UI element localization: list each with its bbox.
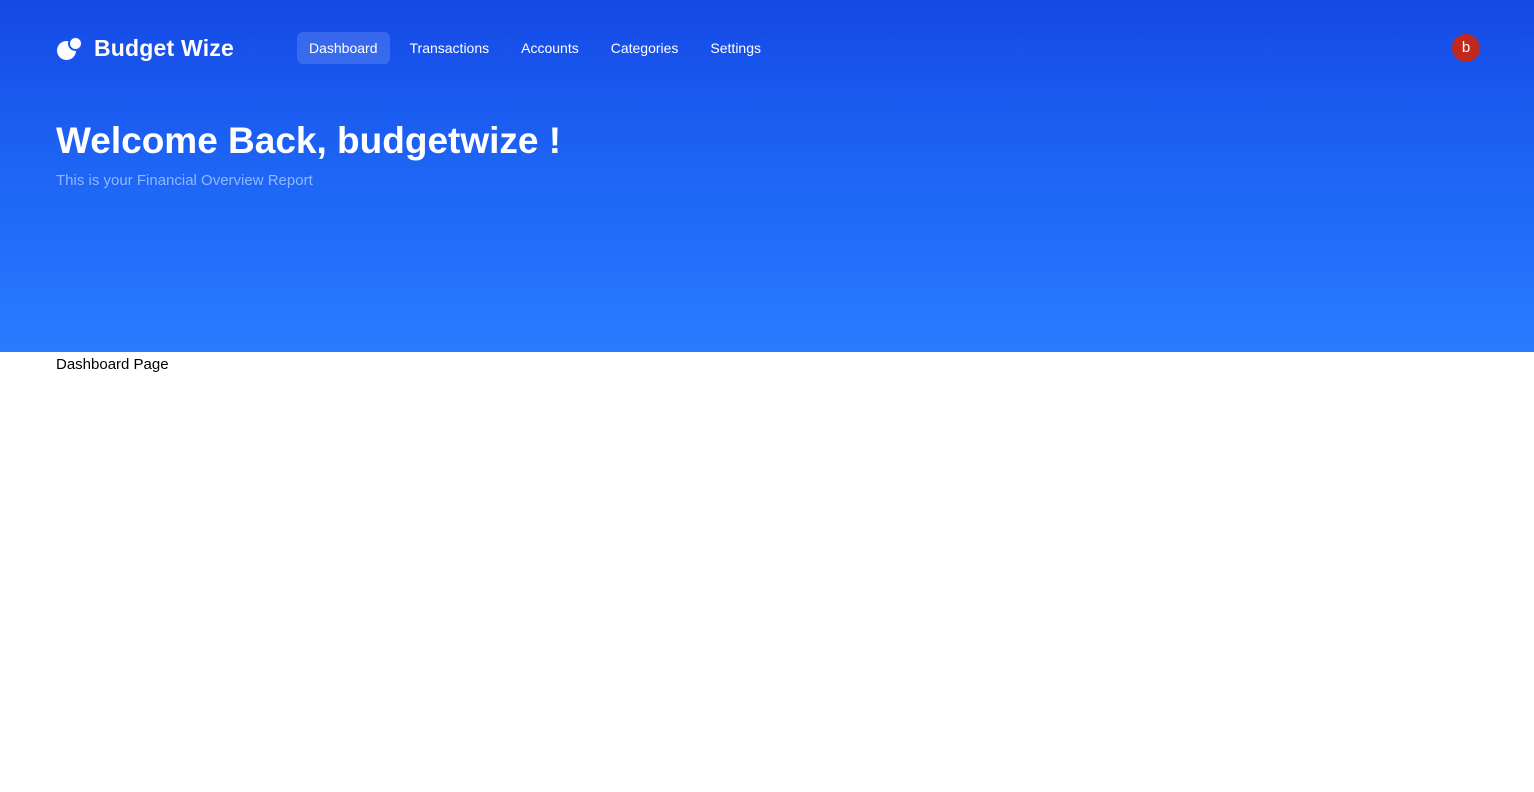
welcome-heading: Welcome Back, budgetwize !: [56, 120, 562, 161]
nav-item-categories[interactable]: Categories: [599, 32, 691, 64]
top-nav: Dashboard Transactions Accounts Categori…: [297, 32, 781, 64]
budget-wize-logo-icon: [56, 34, 84, 62]
page-title: Dashboard Page: [56, 356, 169, 373]
nav-item-settings[interactable]: Settings: [698, 32, 773, 64]
nav-item-accounts[interactable]: Accounts: [509, 32, 591, 64]
welcome-subtitle: This is your Financial Overview Report: [56, 172, 313, 189]
hero-banner: Budget Wize Dashboard Transactions Accou…: [0, 0, 1534, 352]
user-avatar[interactable]: b: [1452, 34, 1480, 62]
brand-name: Budget Wize: [94, 34, 234, 61]
nav-item-transactions[interactable]: Transactions: [398, 32, 502, 64]
nav-item-dashboard[interactable]: Dashboard: [297, 32, 390, 64]
brand-logo[interactable]: Budget Wize: [56, 33, 234, 63]
